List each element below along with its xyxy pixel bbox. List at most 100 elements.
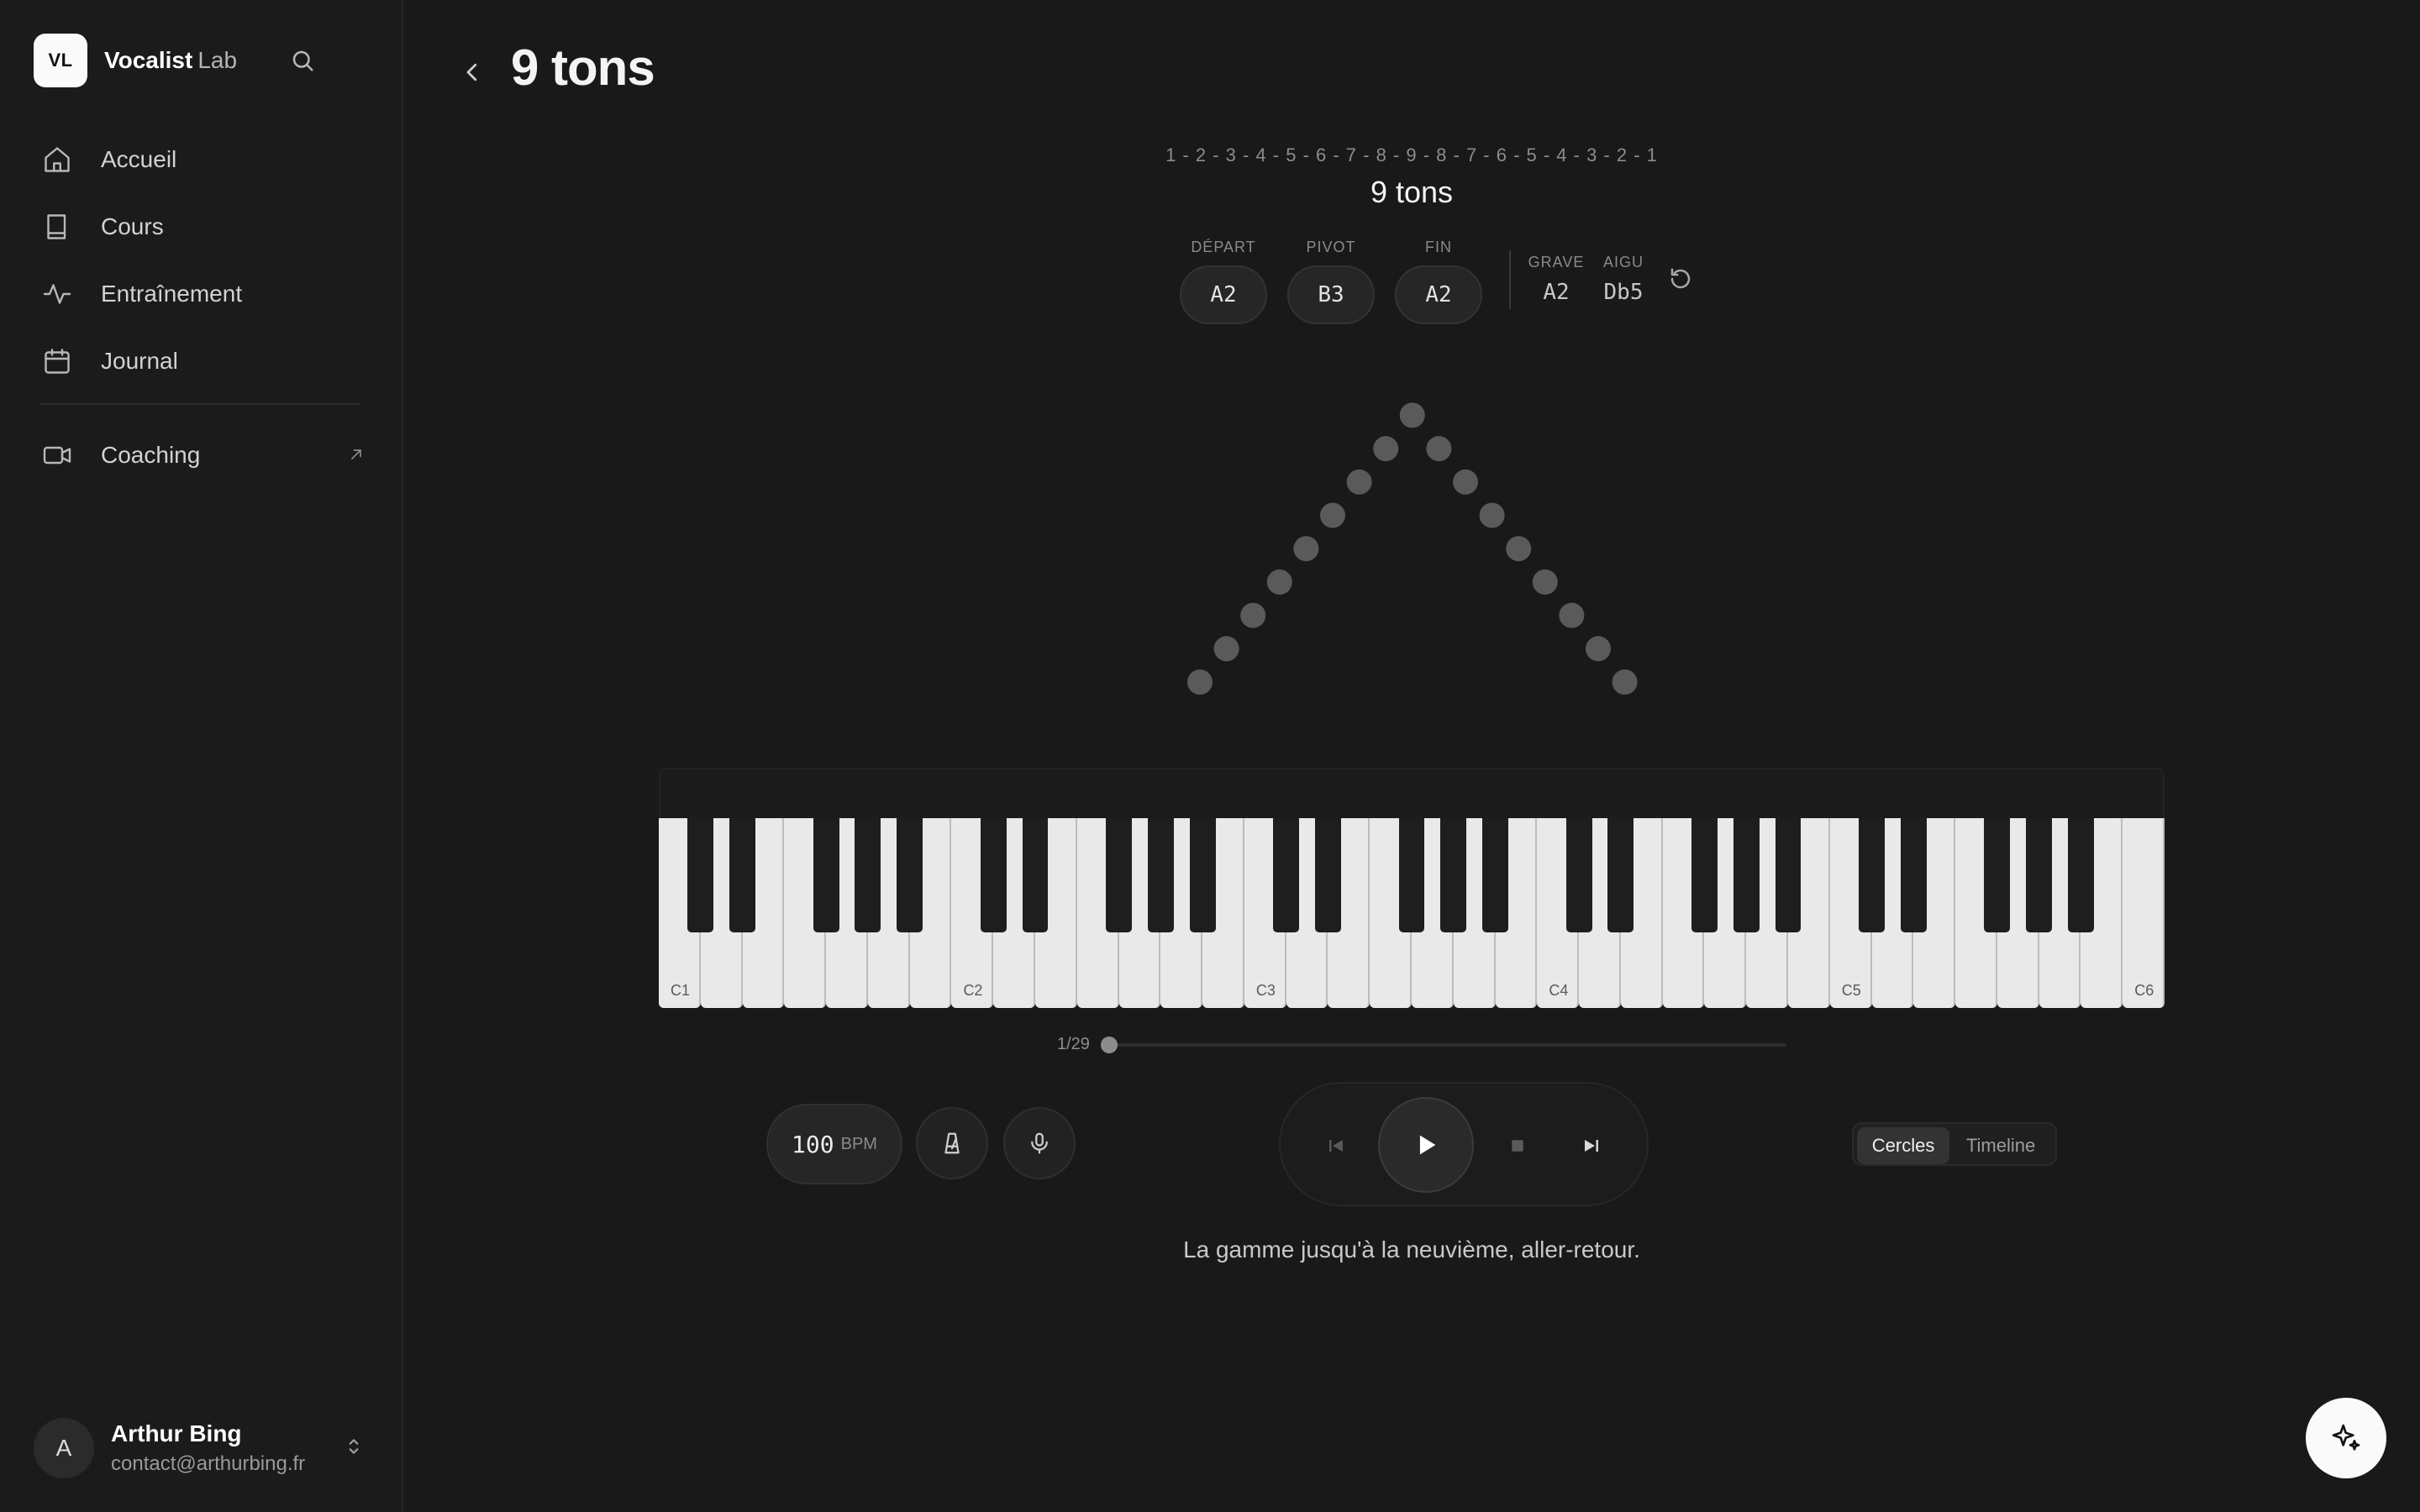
pattern-note-dot: [1213, 636, 1239, 662]
black-key[interactable]: [1482, 818, 1508, 932]
pattern-note-dot: [1293, 536, 1319, 562]
black-key[interactable]: [1398, 818, 1425, 932]
exercise-description: La gamme jusqu'à la neuvième, aller-reto…: [1183, 1236, 1640, 1263]
sidebar-item-journal[interactable]: Journal: [34, 328, 370, 395]
pattern-note-dot: [1240, 602, 1266, 628]
black-key[interactable]: [1775, 818, 1802, 932]
pattern-note-dot: [1399, 402, 1425, 428]
app-name-main: Vocalist: [104, 47, 193, 73]
brand[interactable]: VL Vocalist Lab: [34, 34, 237, 87]
octave-label: C6: [2134, 982, 2154, 999]
reset-button[interactable]: [1664, 262, 1697, 296]
black-key[interactable]: [1022, 818, 1049, 932]
piano-keyboard[interactable]: C1 C2 C3 C4 C5 C6: [659, 768, 2165, 1008]
black-key[interactable]: [1189, 818, 1216, 932]
app-name: Vocalist Lab: [104, 47, 237, 74]
pattern-note-dot: [1373, 436, 1399, 462]
fin-param: FIN A2: [1395, 239, 1482, 324]
black-key[interactable]: [1984, 818, 2011, 932]
assistant-button[interactable]: [2306, 1398, 2386, 1478]
params-divider: [1509, 250, 1511, 309]
next-button[interactable]: [1575, 1129, 1608, 1163]
pivot-select[interactable]: B3: [1287, 265, 1375, 324]
black-key[interactable]: [1607, 818, 1634, 932]
black-key[interactable]: [813, 818, 839, 932]
microphone-button[interactable]: [1003, 1107, 1076, 1179]
black-key[interactable]: [1733, 818, 1760, 932]
black-key[interactable]: [855, 818, 881, 932]
bpm-control[interactable]: 100 BPM: [766, 1104, 902, 1184]
sidebar-item-cours[interactable]: Cours: [34, 193, 370, 260]
search-icon: [292, 50, 313, 71]
black-key[interactable]: [2068, 818, 2094, 932]
sidebar: VL Vocalist Lab Accueil Cours Entraînemen…: [0, 0, 403, 1512]
white-key[interactable]: C6: [2123, 818, 2165, 1008]
sidebar-item-label: Cours: [101, 213, 164, 239]
depart-select[interactable]: A2: [1180, 265, 1267, 324]
black-key[interactable]: [1691, 818, 1718, 932]
black-key[interactable]: [897, 818, 923, 932]
user-menu[interactable]: A Arthur Bing contact@arthurbing.fr: [34, 1418, 370, 1478]
bpm-value: 100: [792, 1130, 834, 1158]
note-sequence: 1 - 2 - 3 - 4 - 5 - 6 - 7 - 8 - 9 - 8 - …: [1165, 144, 1658, 165]
pattern-note-dot: [1532, 569, 1558, 595]
skip-forward-icon: [1585, 1140, 1598, 1152]
black-key[interactable]: [1315, 818, 1341, 932]
depart-label: DÉPART: [1191, 239, 1256, 255]
play-button[interactable]: [1378, 1097, 1474, 1193]
progress-track[interactable]: [1109, 1043, 1786, 1047]
sidebar-item-label: Entraînement: [101, 281, 243, 307]
play-icon: [1419, 1135, 1436, 1155]
transport-controls: [1279, 1082, 1649, 1206]
page-title: 9 tons: [511, 39, 655, 96]
black-key[interactable]: [980, 818, 1007, 932]
octave-label: C1: [671, 982, 691, 999]
black-key[interactable]: [1273, 818, 1300, 932]
octave-label: C2: [963, 982, 983, 999]
black-key[interactable]: [2026, 818, 2053, 932]
fin-select[interactable]: A2: [1395, 265, 1482, 324]
previous-button[interactable]: [1319, 1129, 1353, 1163]
main-nav: Accueil Cours Entraînement Journal: [34, 126, 370, 395]
pattern-note-dot: [1612, 669, 1638, 695]
chevron-up-down-icon: [343, 1436, 365, 1462]
black-key[interactable]: [1106, 818, 1132, 932]
progress-handle[interactable]: [1101, 1037, 1118, 1053]
progress-label: 1/29: [1057, 1035, 1090, 1053]
black-key[interactable]: [1440, 818, 1467, 932]
pattern-note-dot: [1266, 569, 1292, 595]
arrow-up-right-icon: [348, 442, 365, 469]
black-key[interactable]: [729, 818, 755, 932]
black-key[interactable]: [687, 818, 714, 932]
video-icon: [40, 438, 74, 472]
pattern-note-dot: [1453, 469, 1478, 495]
nav-divider: [40, 403, 360, 405]
back-button[interactable]: [452, 52, 492, 92]
reset-icon: [1670, 268, 1691, 289]
book-icon: [40, 210, 74, 244]
search-button[interactable]: [286, 44, 319, 77]
pattern-note-dot: [1506, 536, 1532, 562]
black-key[interactable]: [1859, 818, 1885, 932]
black-key[interactable]: [1900, 818, 1927, 932]
stop-icon: [1512, 1140, 1523, 1152]
sidebar-item-entrainement[interactable]: Entraînement: [34, 260, 370, 328]
pattern-note-dot: [1586, 636, 1611, 662]
sidebar-item-accueil[interactable]: Accueil: [34, 126, 370, 193]
view-option-cercles[interactable]: Cercles: [1857, 1127, 1950, 1164]
black-key[interactable]: [1565, 818, 1592, 932]
skip-back-icon: [1329, 1140, 1343, 1152]
fin-label: FIN: [1425, 239, 1452, 255]
octave-label: C5: [1841, 982, 1861, 999]
black-key[interactable]: [1147, 818, 1174, 932]
exercise-name: 9 tons: [1370, 175, 1454, 209]
stop-button[interactable]: [1501, 1129, 1534, 1163]
aigu-label: AIGU: [1602, 254, 1644, 270]
bpm-unit: BPM: [840, 1134, 877, 1153]
view-option-timeline[interactable]: Timeline: [1949, 1127, 2052, 1164]
sidebar-item-coaching[interactable]: Coaching: [34, 422, 370, 489]
user-info: Arthur Bing contact@arthurbing.fr: [111, 1420, 305, 1476]
metronome-button[interactable]: [916, 1107, 988, 1179]
pattern-note-dot: [1479, 502, 1505, 528]
grave-label: GRAVE: [1528, 254, 1585, 270]
